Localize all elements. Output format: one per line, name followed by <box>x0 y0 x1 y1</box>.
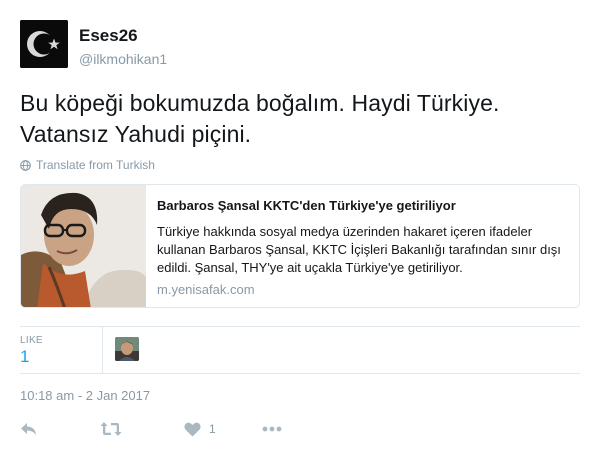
reply-button[interactable] <box>20 418 38 440</box>
retweet-button[interactable] <box>100 418 122 440</box>
card-body: Barbaros Şansal KKTC'den Türkiye'ye geti… <box>157 197 572 299</box>
retweet-icon <box>100 422 122 436</box>
card-title[interactable]: Barbaros Şansal KKTC'den Türkiye'ye geti… <box>157 197 572 215</box>
tweet-text-line-1: Bu köpeği bokumuzda boğalım. Haydi Türki… <box>20 90 500 116</box>
more-button[interactable] <box>262 418 282 440</box>
globe-icon <box>20 159 31 171</box>
like-button[interactable]: 1 <box>184 418 216 440</box>
heart-icon <box>184 422 201 436</box>
link-card[interactable]: Barbaros Şansal KKTC'den Türkiye'ye geti… <box>20 184 580 308</box>
like-count[interactable]: 1 <box>20 347 29 367</box>
tweet-actions: 1 <box>20 418 320 440</box>
translate-label: Translate from Turkish <box>36 158 155 172</box>
user-handle[interactable]: @ilkmohikan1 <box>79 51 167 67</box>
stats-divider <box>102 327 103 374</box>
tweet-text-line-2: Vatansız Yahudi piçini. <box>20 121 252 147</box>
stats-bar: LIKE 1 <box>20 326 580 374</box>
translate-link[interactable]: Translate from Turkish <box>20 158 155 172</box>
like-action-count: 1 <box>209 422 216 436</box>
card-description: Türkiye hakkında sosyal medya üzerinden … <box>157 224 561 275</box>
display-name[interactable]: Eses26 <box>79 26 138 46</box>
card-thumbnail <box>21 185 146 307</box>
crescent-star-icon <box>20 20 68 68</box>
tweet-timestamp[interactable]: 10:18 am - 2 Jan 2017 <box>20 388 150 403</box>
card-domain: m.yenisafak.com <box>157 282 255 297</box>
profile-avatar[interactable] <box>20 20 68 68</box>
more-icon <box>262 426 282 432</box>
liker-avatar[interactable] <box>115 337 139 361</box>
like-label: LIKE <box>20 335 43 346</box>
tweet-text: Bu köpeği bokumuzda boğalım. Haydi Türki… <box>20 88 590 150</box>
reply-icon <box>21 423 36 435</box>
person-icon <box>115 337 139 361</box>
